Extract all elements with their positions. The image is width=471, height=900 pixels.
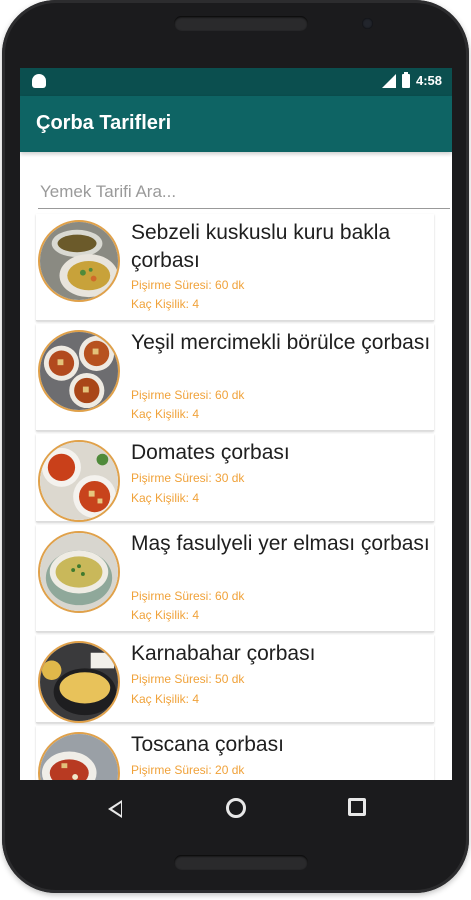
recipe-cooking-time: Pişirme Süresi: 30 dk — [131, 471, 245, 485]
recipe-thumbnail — [38, 220, 120, 302]
recipe-title: Maş fasulyeli yer elması çorbası — [131, 532, 430, 555]
recipe-card[interactable]: Sebzeli kuskuslu kuru bakla çorbası Pişi… — [36, 214, 434, 321]
recipe-card[interactable]: Yeşil mercimekli börülce çorbası Pişirme… — [36, 324, 434, 431]
recipe-cooking-time: Pişirme Süresi: 60 dk — [131, 388, 245, 402]
recipe-thumbnail — [38, 531, 120, 613]
status-bar: 4:58 — [20, 68, 452, 96]
lte-signal-icon — [380, 73, 396, 88]
recipe-card[interactable]: Karnabahar çorbası Pişirme Süresi: 50 dk… — [36, 635, 434, 723]
recipe-cooking-time: Pişirme Süresi: 20 dk — [131, 763, 245, 777]
recipe-thumbnail — [38, 330, 120, 412]
recipe-card[interactable]: Domates çorbası Pişirme Süresi: 30 dk Ka… — [36, 434, 434, 522]
bottom-speaker — [174, 855, 308, 870]
recents-icon[interactable] — [348, 798, 366, 816]
recipe-title: Sebzeli kuskuslu kuru bakla çorbası — [131, 221, 391, 272]
recipe-servings: Kaç Kişilik: 4 — [131, 491, 200, 505]
home-icon[interactable] — [226, 798, 246, 818]
recipe-servings: Kaç Kişilik: 4 — [131, 692, 200, 706]
recipe-cooking-time: Pişirme Süresi: 50 dk — [131, 672, 245, 686]
status-time: 4:58 — [415, 73, 442, 88]
recipe-title: Domates çorbası — [131, 441, 290, 464]
recipe-card[interactable]: Maş fasulyeli yer elması çorbası Pişirme… — [36, 525, 434, 632]
recipe-title: Toscana çorbası — [131, 733, 284, 756]
back-icon[interactable] — [108, 800, 122, 818]
search-input[interactable] — [38, 175, 450, 209]
navigation-bar — [20, 780, 452, 836]
recipe-servings: Kaç Kişilik: 4 — [131, 407, 200, 421]
recipe-title: Karnabahar çorbası — [131, 642, 316, 665]
screen: 4:58 Çorba Tarifleri Sebzeli — [20, 68, 452, 780]
front-camera — [362, 18, 373, 29]
recipe-servings: Kaç Kişilik: 4 — [131, 297, 200, 311]
app-title: Çorba Tarifleri — [36, 112, 172, 134]
recipe-title: Yeşil mercimekli börülce çorbası — [131, 331, 431, 354]
search-container — [38, 175, 450, 209]
recipe-thumbnail — [38, 732, 120, 780]
recipe-cooking-time: Pişirme Süresi: 60 dk — [131, 589, 245, 603]
recipe-cooking-time: Pişirme Süresi: 60 dk — [131, 278, 245, 292]
earpiece-speaker — [174, 16, 308, 31]
recipe-thumbnail — [38, 440, 120, 522]
recipe-card[interactable]: Toscana çorbası Pişirme Süresi: 20 dk — [36, 726, 434, 780]
recipe-servings: Kaç Kişilik: 4 — [131, 608, 200, 622]
app-bar: Çorba Tarifleri — [20, 96, 452, 152]
battery-icon — [401, 71, 410, 88]
recipe-thumbnail — [38, 641, 120, 723]
android-icon — [32, 74, 46, 88]
